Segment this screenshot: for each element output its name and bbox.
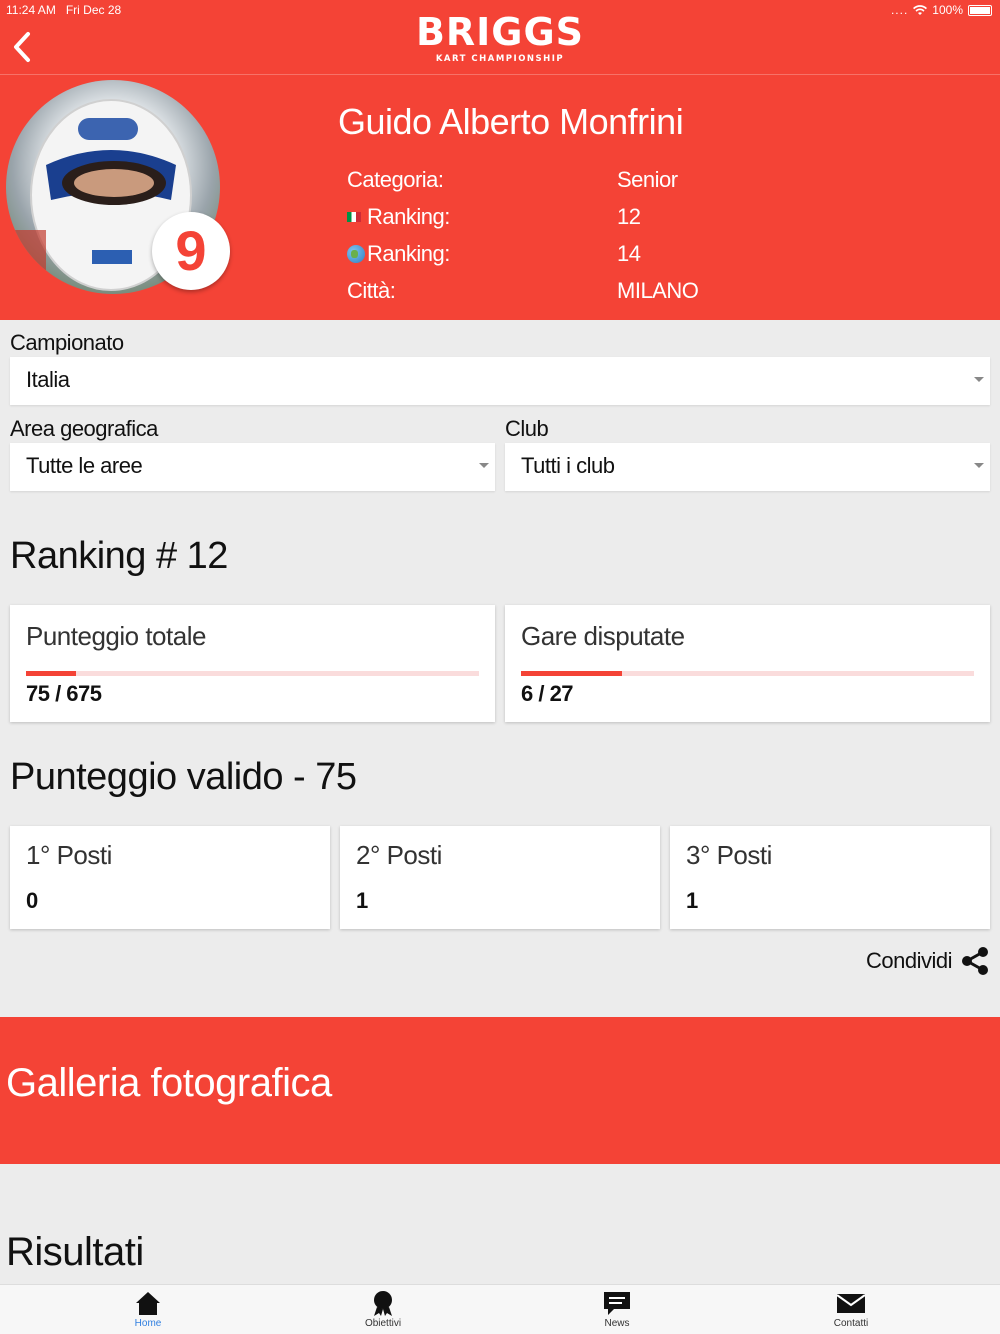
logo-main: BRIGGS — [415, 10, 585, 54]
third-places-card: 3° Posti 1 — [670, 826, 990, 929]
driver-number-badge: 9 — [152, 212, 230, 290]
status-indicators: .... 100% — [891, 3, 992, 17]
category-label-text: Categoria: — [347, 167, 444, 192]
tab-contacts[interactable]: Contatti — [811, 1289, 891, 1329]
wifi-icon — [913, 4, 928, 15]
valid-score-heading: Punteggio valido - 75 — [10, 756, 357, 798]
category-value: Senior — [617, 167, 678, 192]
globe-icon — [347, 245, 365, 263]
world-ranking-label: Ranking: — [347, 241, 450, 267]
national-ranking-label: Ranking: — [347, 204, 450, 230]
club-select[interactable]: Tutti i club — [505, 443, 990, 491]
championship-select[interactable]: Italia — [10, 357, 990, 405]
club-label: Club — [505, 416, 549, 441]
first-places-card: 1° Posti 0 — [10, 826, 330, 929]
gallery-title: Galleria fotografica — [6, 1061, 332, 1105]
ranking-heading: Ranking # 12 — [10, 535, 228, 577]
home-icon — [136, 1292, 160, 1315]
national-ranking-text: Ranking: — [367, 204, 450, 229]
chat-icon — [604, 1292, 630, 1315]
tab-news[interactable]: News — [577, 1289, 657, 1329]
second-places-card: 2° Posti 1 — [340, 826, 660, 929]
total-score-progress-fill — [26, 671, 77, 676]
app-logo: BRIGGS KART CHAMPIONSHIP — [415, 10, 585, 64]
award-icon — [374, 1291, 392, 1316]
area-label: Area geografica — [10, 416, 158, 441]
total-score-value: 75 / 675 — [26, 681, 102, 706]
results-heading: Risultati — [6, 1230, 144, 1274]
chevron-down-icon — [479, 463, 489, 468]
third-places-value: 1 — [686, 888, 698, 913]
city-label-text: Città: — [347, 278, 396, 303]
total-score-title: Punteggio totale — [26, 621, 206, 651]
club-value: Tutti i club — [521, 453, 615, 478]
third-places-title: 3° Posti — [686, 840, 772, 870]
tab-goals-label: Obiettivi — [364, 1318, 402, 1329]
area-value: Tutte le aree — [26, 453, 143, 478]
championship-label: Campionato — [10, 330, 124, 355]
status-date: Fri Dec 28 — [65, 3, 122, 17]
first-places-value: 0 — [26, 888, 38, 913]
races-progress-fill — [521, 671, 622, 676]
world-ranking-text: Ranking: — [367, 241, 450, 266]
driver-profile-header: 9 Guido Alberto Monfrini Categoria: Seni… — [0, 75, 1000, 320]
area-select[interactable]: Tutte le aree — [10, 443, 495, 491]
battery-percent: 100% — [932, 3, 963, 17]
tab-contacts-label: Contatti — [833, 1318, 869, 1329]
tab-home-label: Home — [134, 1318, 162, 1329]
championship-value: Italia — [26, 367, 70, 392]
second-places-value: 1 — [356, 888, 368, 913]
tab-bar: Home Obiettivi News Contatti — [0, 1284, 1000, 1334]
category-label: Categoria: — [347, 167, 444, 193]
logo-sub: KART CHAMPIONSHIP — [435, 54, 565, 64]
world-ranking-value: 14 — [617, 241, 641, 266]
races-card: Gare disputate 6 / 27 — [505, 605, 990, 722]
total-score-progress — [26, 671, 479, 676]
battery-icon — [968, 4, 992, 16]
signal-icon: .... — [890, 3, 909, 17]
back-chevron-icon[interactable] — [8, 28, 38, 66]
national-ranking-value: 12 — [617, 204, 641, 229]
status-time-date: 11:24 AM Fri Dec 28 — [6, 3, 121, 17]
tab-news-label: News — [604, 1318, 630, 1329]
first-places-title: 1° Posti — [26, 840, 112, 870]
mail-icon — [836, 1294, 866, 1313]
city-label: Città: — [347, 278, 396, 304]
italy-flag-icon — [347, 212, 361, 222]
tab-home[interactable]: Home — [108, 1289, 188, 1329]
races-progress — [521, 671, 974, 676]
chevron-down-icon — [974, 377, 984, 382]
races-value: 6 / 27 — [521, 681, 574, 706]
status-time: 11:24 AM — [6, 3, 56, 17]
city-value: MILANO — [617, 278, 699, 303]
share-button[interactable]: Condividi — [866, 946, 990, 976]
photo-gallery-section[interactable]: Galleria fotografica — [0, 1017, 1000, 1164]
tab-goals[interactable]: Obiettivi — [343, 1289, 423, 1329]
nav-bar: BRIGGS KART CHAMPIONSHIP — [0, 10, 1000, 75]
total-score-card: Punteggio totale 75 / 675 — [10, 605, 495, 722]
share-icon — [962, 947, 988, 975]
share-label: Condividi — [866, 948, 953, 973]
races-title: Gare disputate — [521, 621, 685, 651]
second-places-title: 2° Posti — [356, 840, 442, 870]
driver-name: Guido Alberto Monfrini — [338, 101, 684, 142]
chevron-down-icon — [974, 463, 984, 468]
